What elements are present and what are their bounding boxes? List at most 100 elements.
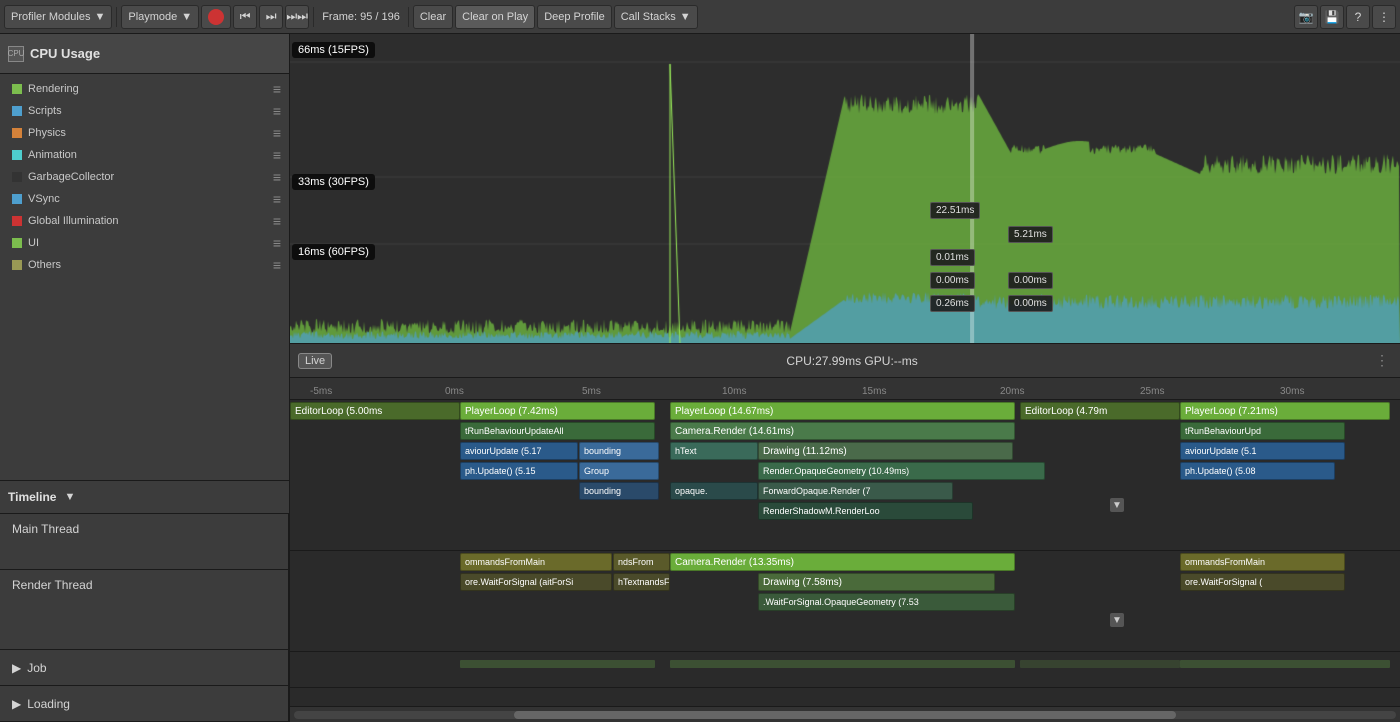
- sidebar-item-menu-rendering[interactable]: ≡: [273, 82, 281, 96]
- drawing-1[interactable]: Drawing (11.12ms): [758, 442, 1013, 460]
- behaviour-update-1[interactable]: aviourUpdate (5.17: [460, 442, 578, 460]
- toolbar-right: 📷 💾 ? ⋮: [1294, 5, 1396, 29]
- sidebar-item-rendering[interactable]: Rendering≡: [0, 78, 289, 100]
- forward-opaque[interactable]: ForwardOpaque.Render (7: [758, 482, 953, 500]
- clear-on-play-button[interactable]: Clear on Play: [455, 5, 535, 29]
- wait-for-signal-1[interactable]: ore.WaitForSignal (aitForSi: [460, 573, 612, 591]
- camera-render-1[interactable]: Camera.Render (14.61ms): [670, 422, 1015, 440]
- fast-forward-button[interactable]: ⏭⏭: [285, 5, 309, 29]
- sidebar: CPU CPU Usage Rendering≡Scripts≡Physics≡…: [0, 34, 290, 722]
- bounding-2[interactable]: bounding: [579, 482, 659, 500]
- sidebar-item-label-vsync: VSync: [28, 193, 267, 205]
- sidebar-item-others[interactable]: Others≡: [0, 254, 289, 276]
- loading-collapsed-label[interactable]: ▶ Loading: [0, 686, 288, 722]
- loading-content[interactable]: [290, 688, 1400, 706]
- step-forward-button[interactable]: ⏭: [259, 5, 283, 29]
- save-button[interactable]: 💾: [1320, 5, 1344, 29]
- profiler-modules-dropdown[interactable]: Profiler Modules ▼: [4, 5, 112, 29]
- ms-tooltip-4: 0.00ms: [930, 272, 975, 289]
- sidebar-item-ui[interactable]: UI≡: [0, 232, 289, 254]
- render-shadow[interactable]: RenderShadowM.RenderLoo: [758, 502, 973, 520]
- timeline-header[interactable]: Timeline ▼: [0, 480, 289, 514]
- sidebar-item-menu-ui[interactable]: ≡: [273, 236, 281, 250]
- sidebar-item-menu-animation[interactable]: ≡: [273, 148, 281, 162]
- sidebar-item-menu-global illumination[interactable]: ≡: [273, 214, 281, 228]
- job-content[interactable]: [290, 652, 1400, 687]
- main-thread-content[interactable]: EditorLoop (5.00ms PlayerLoop (7.42ms) P…: [290, 400, 1400, 550]
- help-button[interactable]: ?: [1346, 5, 1370, 29]
- wait-for-signal-2[interactable]: ore.WaitForSignal (: [1180, 573, 1345, 591]
- more-options-button[interactable]: ⋮: [1372, 5, 1396, 29]
- drawing-render[interactable]: Drawing (7.58ms): [758, 573, 995, 591]
- record-button[interactable]: [201, 5, 231, 29]
- camera-render-thread[interactable]: Camera.Render (13.35ms): [670, 553, 1015, 571]
- opaque-geometry-1[interactable]: Render.OpaqueGeometry (10.49ms): [758, 462, 1045, 480]
- playmode-dropdown[interactable]: Playmode ▼: [121, 5, 199, 29]
- scrollbar-track[interactable]: [294, 711, 1396, 719]
- sidebar-item-menu-vsync[interactable]: ≡: [273, 192, 281, 206]
- sidebar-item-animation[interactable]: Animation ≡: [0, 144, 289, 166]
- frame-counter: Frame: 95 / 196: [318, 11, 404, 23]
- timeline-menu-button[interactable]: ⋮: [1372, 351, 1392, 371]
- commands-from-main-1[interactable]: ommandsFromMain: [460, 553, 612, 571]
- toolbar: Profiler Modules ▼ Playmode ▼ ⏮ ⏭ ⏭⏭ Fra…: [0, 0, 1400, 34]
- deep-profile-button[interactable]: Deep Profile: [537, 5, 612, 29]
- dropdown-arrow-main[interactable]: ▼: [1110, 498, 1124, 512]
- sidebar-item-menu-others[interactable]: ≡: [273, 258, 281, 272]
- scrollbar-thumb[interactable]: [514, 711, 1175, 719]
- run-behaviour-1[interactable]: tRunBehaviourUpdateAll: [460, 422, 655, 440]
- sidebar-item-physics[interactable]: Physics≡: [0, 122, 289, 144]
- threads-area[interactable]: EditorLoop (5.00ms PlayerLoop (7.42ms) P…: [290, 400, 1400, 706]
- opaque-2[interactable]: opaque.: [670, 482, 758, 500]
- nds-from-1[interactable]: ndsFrom: [613, 553, 670, 571]
- step-back-button[interactable]: ⏮: [233, 5, 257, 29]
- sidebar-item-vsync[interactable]: VSync ≡: [0, 188, 289, 210]
- player-loop-3[interactable]: PlayerLoop (7.21ms): [1180, 402, 1390, 420]
- commands-from-main-2[interactable]: ommandsFromMain: [1180, 553, 1345, 571]
- cpu-usage-header[interactable]: CPU CPU Usage: [0, 34, 289, 74]
- scrollbar-area[interactable]: [290, 706, 1400, 722]
- htext-nands[interactable]: hTextnandsFromM: [613, 573, 670, 591]
- sidebar-item-menu-physics[interactable]: ≡: [273, 126, 281, 140]
- ph-update-1[interactable]: ph.Update() (5.15: [460, 462, 578, 480]
- call-stacks-button[interactable]: Call Stacks ▼: [614, 5, 698, 29]
- color-dot-others: [12, 260, 22, 270]
- run-behaviour-2[interactable]: tRunBehaviourUpd: [1180, 422, 1345, 440]
- job-collapsed-label[interactable]: ▶ Job: [0, 650, 288, 686]
- timeline-dropdown-arrow: ▼: [64, 491, 75, 503]
- bounding-1[interactable]: bounding: [579, 442, 659, 460]
- editor-loop-mid[interactable]: EditorLoop (4.79m: [1020, 402, 1180, 420]
- behaviour-update-2[interactable]: aviourUpdate (5.1: [1180, 442, 1345, 460]
- sidebar-item-global-illumination[interactable]: Global Illumination≡: [0, 210, 289, 232]
- ms-tooltip-7: 0.00ms: [1008, 295, 1053, 312]
- color-dot-vsync: [12, 194, 22, 204]
- group-1[interactable]: Group: [579, 462, 659, 480]
- ph-update-2[interactable]: ph.Update() (5.08: [1180, 462, 1335, 480]
- screenshot-button[interactable]: 📷: [1294, 5, 1318, 29]
- player-loop-2[interactable]: PlayerLoop (14.67ms): [670, 402, 1015, 420]
- player-loop-1[interactable]: PlayerLoop (7.42ms): [460, 402, 655, 420]
- render-thread-content[interactable]: ommandsFromMain ndsFrom Camera.Render (1…: [290, 551, 1400, 651]
- sidebar-item-scripts[interactable]: Scripts≡: [0, 100, 289, 122]
- sidebar-item-label-garbagecollector: GarbageCollector: [28, 171, 267, 183]
- color-dot-ui: [12, 238, 22, 248]
- htext-1[interactable]: hText: [670, 442, 758, 460]
- sidebar-item-menu-garbagecollector[interactable]: ≡: [273, 170, 281, 184]
- sidebar-item-garbagecollector[interactable]: GarbageCollector ≡: [0, 166, 289, 188]
- dropdown-arrow-render[interactable]: ▼: [1110, 613, 1124, 627]
- ruler-tick-15: 15ms: [862, 386, 886, 397]
- wait-opaque-geometry[interactable]: .WaitForSignal.OpaqueGeometry (7.53: [758, 593, 1015, 611]
- editor-loop-left[interactable]: EditorLoop (5.00ms: [290, 402, 460, 420]
- clear-button[interactable]: Clear: [413, 5, 453, 29]
- loading-expand-icon: ▶: [12, 697, 21, 711]
- cpu-usage-title: CPU Usage: [30, 46, 100, 61]
- loading-row: [290, 688, 1400, 706]
- main-thread-row: EditorLoop (5.00ms PlayerLoop (7.42ms) P…: [290, 400, 1400, 551]
- hamburger-icon: ≡: [273, 170, 281, 184]
- cpu-chart[interactable]: 66ms (15FPS) 33ms (30FPS) 16ms (60FPS) 2…: [290, 34, 1400, 344]
- job-bar-3: [1020, 660, 1180, 668]
- ruler-tick-neg5: -5ms: [310, 386, 332, 397]
- sidebar-item-menu-scripts[interactable]: ≡: [273, 104, 281, 118]
- sidebar-item-label-animation: Animation: [28, 149, 267, 161]
- cpu-gpu-text: CPU:27.99ms GPU:--ms: [340, 354, 1364, 368]
